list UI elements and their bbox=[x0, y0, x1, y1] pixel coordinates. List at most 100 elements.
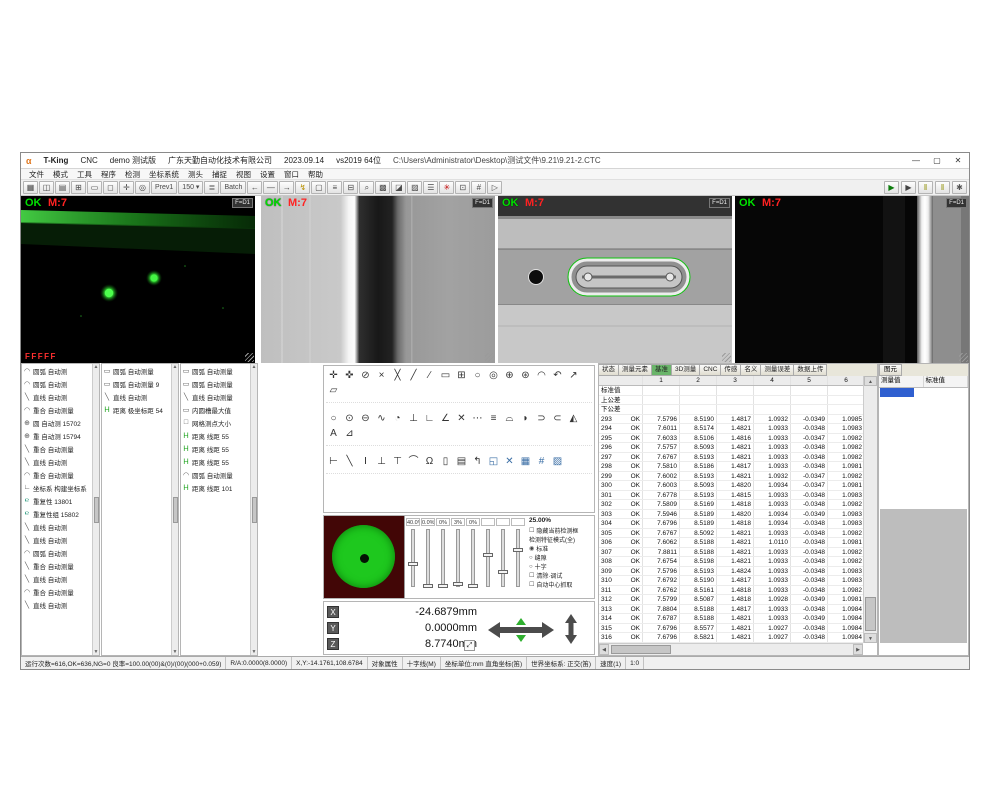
table-tab-8[interactable]: 数据上传 bbox=[794, 364, 827, 376]
tool-half-circle-icon[interactable]: ◗ bbox=[518, 412, 533, 426]
axis-y-icon[interactable]: Y bbox=[327, 622, 339, 634]
table-row[interactable]: 310OK7.67928.51901.48171.0933-0.03481.09… bbox=[599, 576, 863, 586]
list-item[interactable]: ▭圆弧 自动测量 bbox=[181, 377, 250, 390]
scroll-left-icon[interactable]: ◀ bbox=[599, 644, 609, 655]
scroll-thumb[interactable] bbox=[865, 597, 876, 631]
toolbar-view-grid[interactable]: ▦ bbox=[23, 181, 38, 194]
tool-copy-region-icon[interactable]: ◱ bbox=[486, 455, 501, 469]
radio-icon[interactable]: ◉ bbox=[529, 545, 534, 552]
table-row[interactable]: 305OK7.67678.50921.48211.0933-0.03481.09… bbox=[599, 529, 863, 539]
camera-view-1[interactable]: OK M:7 F=D1 FFFFF bbox=[21, 196, 255, 363]
ring-light-preview[interactable] bbox=[324, 516, 405, 598]
tool-datum-base-icon[interactable]: ⊥ bbox=[374, 455, 389, 469]
light-slider-6[interactable] bbox=[496, 518, 510, 596]
toolbar-parallel-lines[interactable]: ≡ bbox=[327, 181, 342, 194]
toolbar-run-program[interactable]: ▶ bbox=[884, 181, 899, 194]
light-option-6[interactable]: ☐自动中心抓取 bbox=[529, 580, 592, 589]
toolbar-nav-dash[interactable]: — bbox=[263, 181, 278, 194]
list-scrollbar[interactable]: ▲▼ bbox=[171, 364, 178, 655]
resize-grip-icon[interactable] bbox=[722, 353, 731, 362]
axis-x-icon[interactable]: X bbox=[327, 606, 339, 618]
list-item[interactable]: ◠圆弧 自动测 bbox=[22, 546, 92, 559]
toolbar-batch[interactable]: Batch bbox=[220, 181, 246, 194]
jog-button[interactable]: ⤢ bbox=[464, 640, 475, 651]
scroll-down-icon[interactable]: ▼ bbox=[252, 649, 257, 655]
list-item[interactable]: ◠圆弧 自动测量 bbox=[181, 468, 250, 481]
list-item[interactable]: ◠重合 自动测量 bbox=[22, 403, 92, 416]
toolbar-snap-grid[interactable]: # bbox=[471, 181, 486, 194]
light-option-4[interactable]: ○十字 bbox=[529, 562, 592, 571]
list-scrollbar[interactable]: ▲▼ bbox=[92, 364, 99, 655]
table-tab-6[interactable]: 名义 bbox=[741, 364, 761, 376]
table-row[interactable]: 315OK7.67968.55771.48211.0927-0.03481.09… bbox=[599, 624, 863, 634]
rp-column-1[interactable]: 标准值 bbox=[924, 376, 969, 387]
maximize-button[interactable]: ▢ bbox=[931, 156, 943, 165]
resize-grip-icon[interactable] bbox=[959, 353, 968, 362]
slider-track[interactable] bbox=[471, 529, 475, 587]
tool-open-contour-icon[interactable]: ⊃ bbox=[534, 412, 549, 426]
tool-arc-ccw-icon[interactable]: ↶ bbox=[550, 369, 565, 383]
toolbar-hatch-box[interactable]: ▨ bbox=[407, 181, 422, 194]
tool-right-angle-icon[interactable]: ∟ bbox=[422, 412, 437, 426]
table-tab-4[interactable]: CNC bbox=[700, 364, 721, 376]
slider-track[interactable] bbox=[426, 529, 430, 587]
tool-arc-icon[interactable]: ◠ bbox=[534, 369, 549, 383]
toolbar-run-all[interactable]: ▶ bbox=[901, 181, 916, 194]
list-item[interactable]: ╲直线 自动测 bbox=[22, 572, 92, 585]
tool-rectangle-icon[interactable]: ▭ bbox=[438, 369, 453, 383]
list-item[interactable]: Ｈ距离 线距 55 bbox=[181, 429, 250, 442]
tool-grid-icon[interactable]: ⊞ bbox=[454, 369, 469, 383]
scroll-up-icon[interactable]: ▲ bbox=[864, 376, 877, 386]
tool-perpendicular-icon[interactable]: ⊥ bbox=[406, 412, 421, 426]
checkbox-icon[interactable]: ☐ bbox=[529, 581, 534, 588]
toolbar-pause[interactable]: ‖ bbox=[918, 181, 933, 194]
tool-height-gauge-icon[interactable]: ⊢ bbox=[326, 455, 341, 469]
tool-partial-arc-icon[interactable]: ◔ bbox=[390, 412, 405, 426]
list-item[interactable]: ▭圆弧 自动测量 bbox=[102, 364, 171, 377]
scroll-up-icon[interactable]: ▲ bbox=[173, 364, 178, 370]
scroll-thumb[interactable] bbox=[611, 645, 671, 654]
tool-width-icon[interactable]: Ⅰ bbox=[358, 455, 373, 469]
light-slider-3[interactable]: 3% bbox=[451, 518, 465, 596]
tool-diagonal-icon[interactable]: ╲ bbox=[342, 455, 357, 469]
slider-thumb[interactable] bbox=[438, 584, 448, 588]
toolbar-view-split[interactable]: ◫ bbox=[39, 181, 54, 194]
radio-icon[interactable]: ○ bbox=[529, 555, 533, 561]
table-row[interactable]: 293OK7.57968.51901.48171.0932-0.03491.09… bbox=[599, 415, 863, 425]
tool-intersect-icon[interactable]: × bbox=[374, 369, 389, 383]
table-tab-2[interactable]: 基准 bbox=[652, 364, 672, 376]
table-row[interactable]: 298OK7.58108.51861.48171.0933-0.03481.09… bbox=[599, 462, 863, 472]
table-row[interactable]: 311OK7.67628.51611.48181.0933-0.03481.09… bbox=[599, 586, 863, 596]
slider-thumb[interactable] bbox=[468, 584, 478, 588]
tool-mesh-icon[interactable]: ▦ bbox=[518, 455, 533, 469]
checkbox-icon[interactable]: ☐ bbox=[529, 527, 534, 534]
menu-item-10[interactable]: 窗口 bbox=[280, 169, 303, 180]
selected-element-bar[interactable] bbox=[880, 388, 914, 397]
rp-column-0[interactable]: 测量值 bbox=[879, 376, 924, 387]
scroll-thumb[interactable] bbox=[94, 497, 99, 523]
table-row[interactable]: 296OK7.57578.50931.48211.0933-0.03481.09… bbox=[599, 443, 863, 453]
tool-minus-circle-icon[interactable]: ⊖ bbox=[358, 412, 373, 426]
toolbar-roi-square[interactable]: ◻ bbox=[103, 181, 118, 194]
tool-curve-icon[interactable]: ∿ bbox=[374, 412, 389, 426]
light-option-0[interactable]: ☐隐藏当前检测框 bbox=[529, 526, 592, 535]
table-tab-7[interactable]: 测量误差 bbox=[761, 364, 794, 376]
menu-item-7[interactable]: 捕捉 bbox=[208, 169, 231, 180]
tool-hatch-icon[interactable]: ▨ bbox=[550, 455, 565, 469]
tool-cone-icon[interactable]: ◭ bbox=[566, 412, 581, 426]
tool-frame-icon[interactable]: ▯ bbox=[438, 455, 453, 469]
light-slider-7[interactable] bbox=[511, 518, 525, 596]
menu-item-6[interactable]: 测头 bbox=[184, 169, 207, 180]
list-item[interactable]: ▭圆弧 自动测量 9 bbox=[102, 377, 171, 390]
toolbar-center-point[interactable]: ⊡ bbox=[455, 181, 470, 194]
list-item[interactable]: ℮重复性组 15802 bbox=[22, 507, 92, 520]
camera-view-3-selected[interactable]: OK M:7 F=D1 bbox=[498, 196, 732, 363]
list-item[interactable]: ◠重合 自动测量 bbox=[22, 585, 92, 598]
light-slider-4[interactable]: 0% bbox=[466, 518, 480, 596]
list-item[interactable]: Ｈ距离 线距 55 bbox=[181, 455, 250, 468]
element-panel-title[interactable]: 图元 bbox=[879, 364, 902, 376]
tool-clear-icon[interactable]: ✕ bbox=[502, 455, 517, 469]
measurement-list-2[interactable]: ▭圆弧 自动测量▭圆弧 自动测量 9╲直线 自动测Ｈ距离 极坐标距 54 ▲▼ bbox=[101, 363, 179, 656]
toolbar-light-control[interactable]: ✳ bbox=[439, 181, 454, 194]
list-item[interactable]: ◠圆弧 自动测 bbox=[22, 364, 92, 377]
